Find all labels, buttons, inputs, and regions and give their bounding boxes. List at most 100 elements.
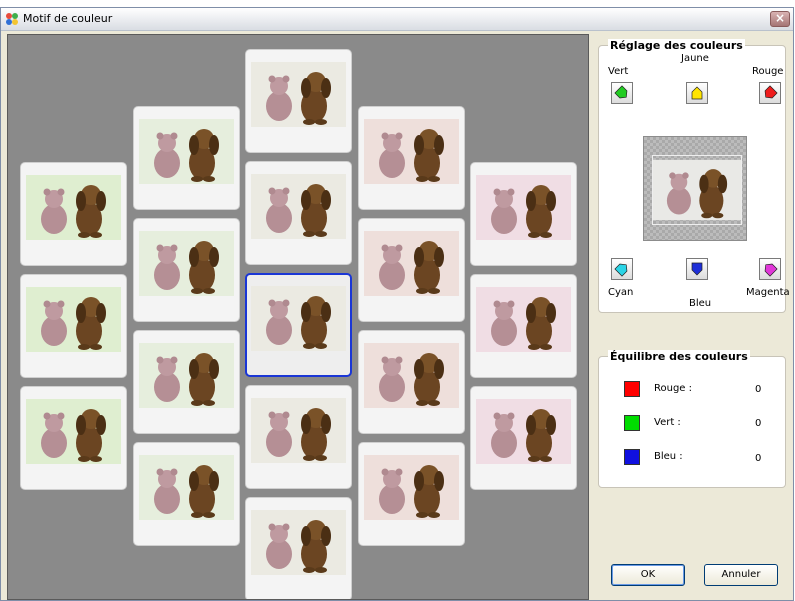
pattern-thumbnail [139,343,234,408]
balance-value-rouge: 0 [755,384,762,395]
thumbnail-photo [364,119,459,184]
thumbnail-photo [139,119,234,184]
close-button[interactable]: × [770,11,790,27]
balance-label-rouge: Rouge : [654,383,693,394]
label-bleu: Bleu [689,298,712,309]
thumbnail-photo [26,175,121,240]
pattern-thumbnail [26,287,121,352]
pattern-thumbnail [26,175,121,240]
thumbnail-photo [476,287,571,352]
pattern-card-c3r2[interactable] [245,161,352,265]
pattern-thumbnail [364,343,459,408]
red-arrow-icon [764,85,778,99]
label-vert: Vert [608,66,629,77]
yellow-arrow-icon [691,86,703,100]
cancel-button[interactable]: Annuler [704,564,778,586]
pattern-thumbnail [139,119,234,184]
preview-photo [653,159,741,221]
side-panel: Réglage des couleurs Jaune Vert Rouge Cy… [594,34,790,600]
color-pattern-window: Motif de couleur × Réglage des couleurs … [0,7,794,601]
pattern-thumbnail [251,398,346,463]
close-icon: × [774,11,786,25]
thumbnail-photo [139,343,234,408]
pattern-card-c4r3[interactable] [358,330,465,434]
thumbnail-photo [251,398,346,463]
blue-arrow-icon [691,262,703,276]
color-adjust-group: Réglage des couleurs Jaune Vert Rouge Cy… [598,39,790,313]
pattern-thumbnail [251,286,346,351]
pattern-thumbnail [364,231,459,296]
label-jaune: Jaune [681,53,709,64]
pattern-card-c1r3[interactable] [20,386,127,490]
swatch-bleu [624,449,640,465]
preview-frame [643,136,747,241]
pattern-card-c1r1[interactable] [20,162,127,266]
pattern-thumbnail [26,399,121,464]
balance-value-vert: 0 [755,418,762,429]
pattern-thumbnail [139,455,234,520]
swatch-rouge [624,381,640,397]
pattern-card-c5r3[interactable] [470,386,577,490]
thumbnail-photo [364,455,459,520]
swatch-vert [624,415,640,431]
thumbnail-photo [476,175,571,240]
pattern-card-c5r1[interactable] [470,162,577,266]
magenta-arrow-icon [764,263,778,277]
thumbnail-photo [364,343,459,408]
thumbnail-photo [364,231,459,296]
label-cyan: Cyan [608,287,634,298]
thumbnail-photo [476,399,571,464]
pattern-card-c1r2[interactable] [20,274,127,378]
jaune-button[interactable] [686,82,708,104]
magenta-button[interactable] [759,258,781,280]
vert-button[interactable] [611,82,633,104]
pattern-card-c2r2[interactable] [133,218,240,322]
pattern-thumbnail [476,287,571,352]
thumbnail-photo [251,510,346,575]
ok-button[interactable]: OK [611,564,685,586]
thumbnail-photo [251,174,346,239]
pattern-thumbnail [364,119,459,184]
rouge-button[interactable] [759,82,781,104]
pattern-card-c3r1[interactable] [245,49,352,153]
balance-label-bleu: Bleu : [654,451,683,462]
green-arrow-icon [614,85,628,99]
balance-value-bleu: 0 [755,453,762,464]
pattern-thumbnail [364,455,459,520]
pattern-thumbnail [139,231,234,296]
pattern-card-c2r3[interactable] [133,330,240,434]
color-pattern-grid [7,34,589,600]
color-balance-title: Équilibre des couleurs [608,350,750,363]
balance-label-vert: Vert : [654,417,681,428]
pattern-thumbnail [251,174,346,239]
thumbnail-photo [251,286,346,351]
preview-image [652,155,742,225]
pattern-card-c4r2[interactable] [358,218,465,322]
app-icon [6,13,18,25]
label-magenta: Magenta [746,287,790,298]
pattern-card-c2r4[interactable] [133,442,240,546]
pattern-card-c3r4[interactable] [245,385,352,489]
pattern-thumbnail [251,510,346,575]
color-balance-group: Équilibre des couleurs Rouge : 0 Vert : … [598,350,786,488]
thumbnail-photo [26,287,121,352]
pattern-card-c3r3[interactable] [245,273,352,377]
cyan-arrow-icon [614,263,628,277]
thumbnail-photo [251,62,346,127]
pattern-thumbnail [251,62,346,127]
pattern-card-c5r2[interactable] [470,274,577,378]
thumbnail-photo [139,231,234,296]
bleu-button[interactable] [686,258,708,280]
window-title: Motif de couleur [23,12,113,25]
pattern-card-c3r5[interactable] [245,497,352,599]
pattern-card-c2r1[interactable] [133,106,240,210]
cyan-button[interactable] [611,258,633,280]
pattern-card-c4r4[interactable] [358,442,465,546]
thumbnail-photo [139,455,234,520]
pattern-thumbnail [476,175,571,240]
label-rouge: Rouge [752,66,784,77]
thumbnail-photo [26,399,121,464]
pattern-card-c4r1[interactable] [358,106,465,210]
color-adjust-title: Réglage des couleurs [608,39,745,52]
pattern-thumbnail [476,399,571,464]
